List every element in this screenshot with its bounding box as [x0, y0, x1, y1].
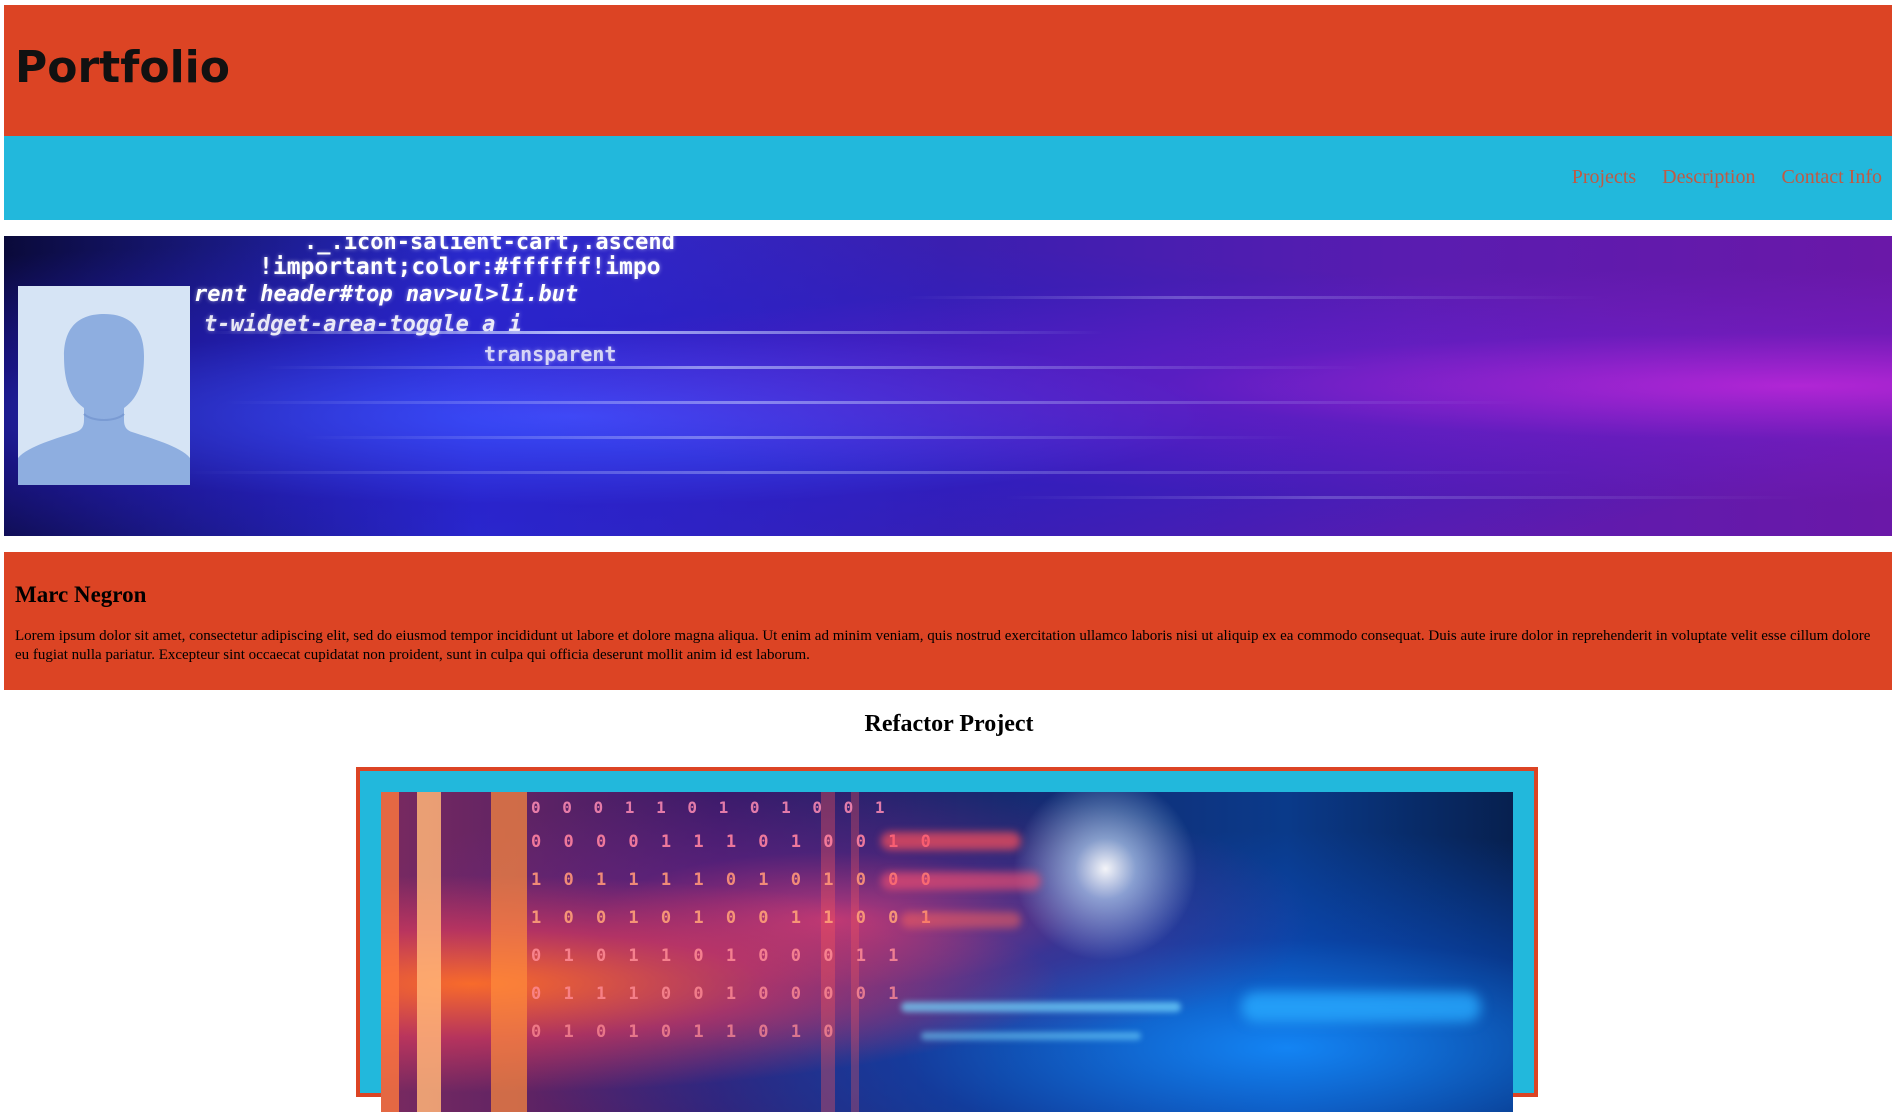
nav-item-contact-info: Contact Info	[1781, 166, 1882, 189]
nav-link-contact-info[interactable]: Contact Info	[1781, 166, 1882, 188]
about-section: Marc Negron Lorem ipsum dolor sit amet, …	[4, 552, 1892, 690]
hero-streak	[184, 471, 1584, 474]
main-nav: Projects Description Contact Info	[4, 136, 1892, 220]
hero-code-line: rent header#top nav>ul>li.but	[194, 282, 579, 307]
binary-digits: 0 1 0 1 1 0 1 0 0 0 1 1	[531, 946, 905, 966]
project-image[interactable]: 0 0 0 1 1 0 1 0 1 0 0 1 0 0 0 0 1 1 1 0 …	[381, 792, 1513, 1112]
hero-streak	[904, 296, 1604, 299]
hero-streak	[264, 366, 1364, 369]
hero-streak	[304, 436, 1304, 439]
light-bar	[491, 792, 527, 1112]
hero-code-line: !important;color:#ffffff!impo	[259, 254, 661, 280]
light-glow	[901, 912, 1021, 928]
light-glow	[881, 872, 1041, 890]
profile-bio: Lorem ipsum dolor sit amet, consectetur …	[15, 628, 1871, 663]
nav-item-description: Description	[1662, 166, 1755, 189]
binary-digits: 0 0 0 0 1 1 1 0 1 0 0 1 0	[531, 832, 937, 852]
nav-link-description[interactable]: Description	[1662, 166, 1755, 188]
hero-code-line: transparent	[484, 342, 617, 366]
binary-digits: 1 0 1 1 1 1 0 1 0 1 0 0 0	[531, 870, 937, 890]
light-glow	[921, 1032, 1141, 1040]
hero-code-line: t-widget-area-toggle a i	[204, 312, 522, 337]
binary-digits: 1 0 0 1 0 1 0 0 1 1 0 0 1	[531, 908, 937, 928]
default-avatar-icon	[18, 286, 190, 485]
profile-avatar	[18, 286, 190, 485]
site-title: Portfolio	[15, 42, 230, 93]
nav-link-projects[interactable]: Projects	[1572, 166, 1636, 188]
light-bar	[417, 792, 441, 1112]
binary-digits: 0 1 1 1 0 0 1 0 0 0 0 1	[531, 984, 905, 1004]
project-title: Refactor Project	[864, 711, 1034, 737]
nav-list: Projects Description Contact Info	[1572, 166, 1882, 189]
hero-banner: ._.icon-salient-cart,.ascend !important;…	[4, 236, 1892, 536]
project-card[interactable]: 0 0 0 1 1 0 1 0 1 0 0 1 0 0 0 0 1 1 1 0 …	[356, 767, 1538, 1112]
light-glow	[901, 1002, 1181, 1012]
binary-digits: 0 1 0 1 0 1 1 0 1 0	[531, 1022, 840, 1042]
binary-digits: 0 0 0 1 1 0 1 0 1 0 0 1	[531, 798, 891, 817]
profile-name: Marc Negron	[15, 582, 147, 607]
hero-code-line: ._.icon-salient-cart,.ascend	[304, 236, 675, 255]
site-header: Portfolio	[4, 5, 1892, 136]
light-glow	[881, 832, 1021, 850]
hero-streak	[224, 401, 1524, 404]
hero-streak	[1004, 496, 1804, 499]
nav-item-projects: Projects	[1572, 166, 1636, 189]
light-bar	[381, 792, 399, 1112]
light-glow	[1241, 992, 1481, 1022]
